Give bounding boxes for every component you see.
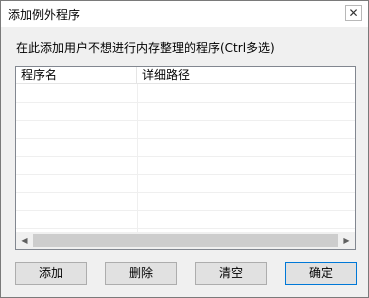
row-gridline xyxy=(16,210,355,211)
instruction-text: 在此添加用户不想进行内存整理的程序(Ctrl多选) xyxy=(16,41,275,55)
program-list[interactable]: 程序名 详细路径 ◀ ▶ xyxy=(15,66,356,250)
row-gridline xyxy=(16,120,355,121)
list-body[interactable] xyxy=(16,84,355,232)
row-gridline xyxy=(16,174,355,175)
horizontal-scrollbar[interactable]: ◀ ▶ xyxy=(16,232,355,249)
delete-button[interactable]: 删除 xyxy=(105,262,177,285)
title-bar[interactable]: 添加例外程序 ✕ xyxy=(1,1,368,27)
row-gridline xyxy=(16,156,355,157)
row-gridline xyxy=(16,192,355,193)
chevron-left-icon: ◀ xyxy=(21,236,28,245)
dialog-window: 添加例外程序 ✕ 在此添加用户不想进行内存整理的程序(Ctrl多选) 程序名 详… xyxy=(0,0,369,298)
row-gridline xyxy=(16,138,355,139)
close-button[interactable]: ✕ xyxy=(345,5,362,21)
chevron-right-icon: ▶ xyxy=(343,236,350,245)
close-icon: ✕ xyxy=(348,6,359,20)
list-header: 程序名 详细路径 xyxy=(16,67,355,84)
add-button[interactable]: 添加 xyxy=(15,262,87,285)
scroll-left-button[interactable]: ◀ xyxy=(16,232,33,249)
row-gridline xyxy=(16,102,355,103)
column-header-program-name[interactable]: 程序名 xyxy=(16,67,137,83)
scroll-right-button[interactable]: ▶ xyxy=(338,232,355,249)
row-gridline xyxy=(16,228,355,229)
clear-button[interactable]: 清空 xyxy=(195,262,267,285)
scroll-thumb[interactable] xyxy=(33,234,338,247)
ok-button[interactable]: 确定 xyxy=(285,262,357,285)
column-header-detail-path[interactable]: 详细路径 xyxy=(137,67,355,83)
window-title: 添加例外程序 xyxy=(8,8,81,22)
